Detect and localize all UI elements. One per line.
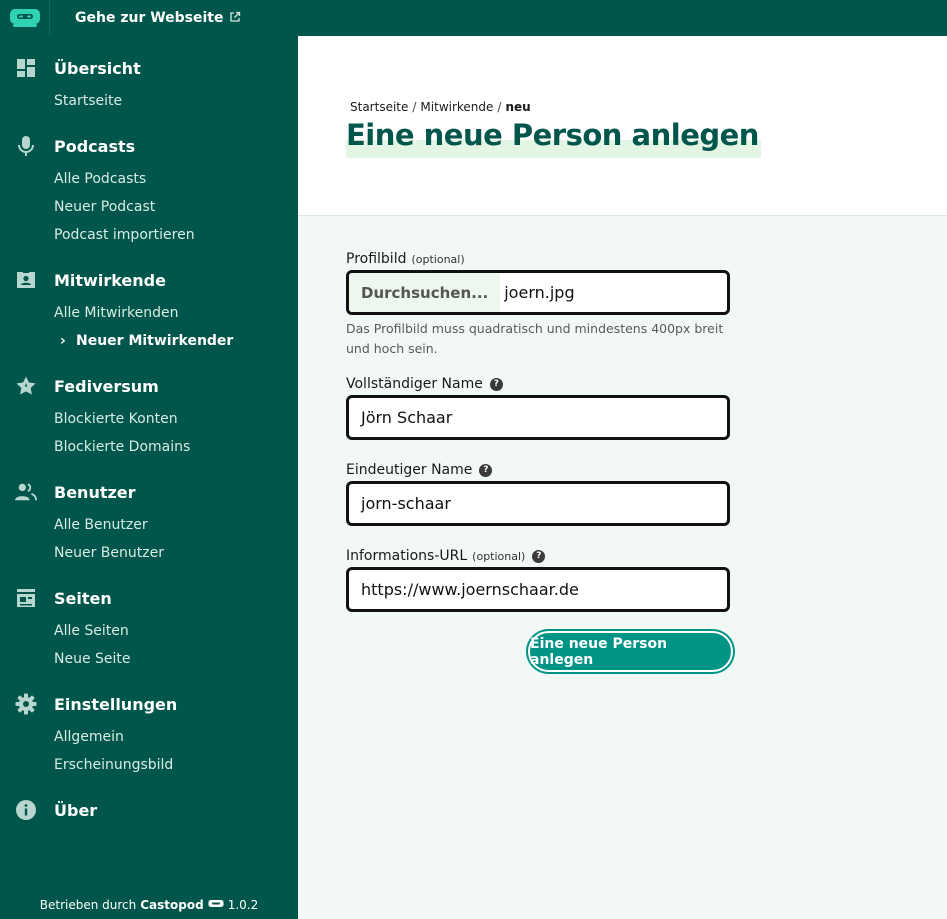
sidebar-head-pages[interactable]: Seiten (0, 586, 298, 610)
pages-icon (15, 587, 37, 609)
full-name-label: Vollständiger Name ? (346, 376, 503, 392)
info-url-input[interactable]: https://www.joernschaar.de (346, 567, 730, 612)
sidebar-head-contributors[interactable]: Mitwirkende (0, 268, 298, 292)
top-bar: Gehe zur Webseite (0, 0, 947, 36)
contact-card-icon (15, 269, 37, 291)
page-title: Eine neue Person anlegen (346, 118, 761, 158)
users-icon (15, 481, 37, 503)
sidebar-head-about[interactable]: Über (0, 798, 298, 822)
sidebar-title-users: Benutzer (54, 482, 136, 502)
sidebar-section-podcasts: Podcasts Alle Podcasts Neuer Podcast Pod… (0, 134, 298, 249)
sidebar-item-all-users[interactable]: Alle Benutzer (54, 511, 298, 539)
sidebar-head-settings[interactable]: Einstellungen (0, 692, 298, 716)
sidebar: Übersicht Startseite Podcasts Alle Podca… (0, 36, 298, 919)
sidebar-head-overview[interactable]: Übersicht (0, 56, 298, 80)
help-icon[interactable]: ? (479, 463, 493, 477)
sidebar-item-general[interactable]: Allgemein (54, 723, 298, 751)
page-header: Startseite / Mitwirkende / neu Eine neue Per… (298, 36, 947, 216)
sidebar-head-users[interactable]: Benutzer (0, 480, 298, 504)
castopod-small-logo-icon (208, 898, 224, 912)
full-name-input[interactable]: Jörn Schaar (346, 395, 730, 440)
full-name-value: Jörn Schaar (361, 408, 453, 427)
unique-name-input[interactable]: jorn-schaar (346, 481, 730, 526)
info-url-optional-tag: (optional) (472, 549, 526, 563)
sidebar-item-all-pages[interactable]: Alle Seiten (54, 617, 298, 645)
sidebar-item-appearance[interactable]: Erscheinungsbild (54, 751, 298, 779)
chevron-right-icon: › (60, 333, 66, 349)
help-icon[interactable]: ? (489, 377, 503, 391)
sidebar-item-new-contributor[interactable]: › Neuer Mitwirkender (60, 327, 298, 355)
avatar-optional-tag: (optional) (411, 252, 465, 266)
castopod-logo[interactable] (0, 0, 50, 36)
footer-version: 1.0.2 (227, 898, 259, 912)
info-url-label: Informations-URL (optional) ? (346, 548, 546, 564)
breadcrumb: Startseite / Mitwirkende / neu (350, 100, 531, 114)
avatar-label-text: Profilbild (346, 251, 407, 267)
sidebar-section-about: Über (0, 798, 298, 822)
info-url-label-text: Informations-URL (346, 548, 468, 564)
sidebar-item-new-podcast[interactable]: Neuer Podcast (54, 193, 298, 221)
sidebar-section-settings: Einstellungen Allgemein Erscheinungsbild (0, 692, 298, 779)
sidebar-item-startseite[interactable]: Startseite (54, 87, 298, 115)
sidebar-item-new-contributor-label: Neuer Mitwirkender (76, 333, 234, 349)
external-link-icon (229, 11, 241, 26)
info-icon (15, 799, 37, 821)
go-to-website-label: Gehe zur Webseite (75, 10, 224, 26)
star-icon (15, 375, 37, 397)
sidebar-item-all-contributors[interactable]: Alle Mitwirkenden (54, 299, 298, 327)
sidebar-item-new-page[interactable]: Neue Seite (54, 645, 298, 673)
info-url-value: https://www.joernschaar.de (361, 580, 579, 599)
sidebar-title-podcasts: Podcasts (54, 136, 136, 156)
gear-icon (15, 693, 37, 715)
breadcrumb-current: neu (505, 100, 531, 114)
sidebar-item-import-podcast[interactable]: Podcast importieren (54, 221, 298, 249)
sidebar-title-overview: Übersicht (54, 58, 141, 78)
avatar-label: Profilbild (optional) (346, 251, 465, 267)
sidebar-item-blocked-domains[interactable]: Blockierte Domains (54, 433, 298, 461)
selected-file-name: joern.jpg (504, 283, 575, 302)
sidebar-title-about: Über (54, 800, 98, 820)
submit-button[interactable]: Eine neue Person anlegen (528, 631, 733, 672)
sidebar-head-podcasts[interactable]: Podcasts (0, 134, 298, 158)
go-to-website-link[interactable]: Gehe zur Webseite (75, 10, 241, 26)
avatar-hint: Das Profilbild muss quadratisch und mind… (346, 321, 724, 356)
full-name-label-text: Vollständiger Name (346, 376, 483, 392)
sidebar-section-overview: Übersicht Startseite (0, 56, 298, 115)
dashboard-icon (15, 57, 37, 79)
footer-prefix: Betrieben durch (39, 898, 137, 912)
browse-button[interactable]: Durchsuchen... (349, 273, 501, 312)
unique-name-value: jorn-schaar (361, 494, 451, 513)
sidebar-section-fediverse: Fediversum Blockierte Konten Blockierte … (0, 374, 298, 461)
breadcrumb-contributors[interactable]: Mitwirkende (420, 100, 493, 114)
sidebar-item-new-user[interactable]: Neuer Benutzer (54, 539, 298, 567)
breadcrumb-home[interactable]: Startseite (350, 100, 408, 114)
sidebar-item-all-podcasts[interactable]: Alle Podcasts (54, 165, 298, 193)
sidebar-title-settings: Einstellungen (54, 694, 178, 714)
sidebar-title-contributors: Mitwirkende (54, 270, 166, 290)
help-icon[interactable]: ? (532, 549, 546, 563)
sidebar-section-users: Benutzer Alle Benutzer Neuer Benutzer (0, 480, 298, 567)
sidebar-section-pages: Seiten Alle Seiten Neue Seite (0, 586, 298, 673)
microphone-icon (15, 135, 37, 157)
sidebar-item-blocked-accounts[interactable]: Blockierte Konten (54, 405, 298, 433)
sidebar-title-fediverse: Fediversum (54, 376, 159, 396)
footer-brand-link[interactable]: Castopod (140, 898, 203, 912)
sidebar-footer: Betrieben durch Castopod 1.0.2 (0, 898, 298, 912)
avatar-file-input[interactable]: Durchsuchen... joern.jpg (346, 270, 730, 315)
sidebar-head-fediverse[interactable]: Fediversum (0, 374, 298, 398)
unique-name-label-text: Eindeutiger Name (346, 462, 473, 478)
unique-name-label: Eindeutiger Name ? (346, 462, 493, 478)
castopod-logo-icon (9, 9, 40, 27)
sidebar-section-contributors: Mitwirkende Alle Mitwirkenden › Neuer Mit… (0, 268, 298, 355)
sidebar-title-pages: Seiten (54, 588, 112, 608)
